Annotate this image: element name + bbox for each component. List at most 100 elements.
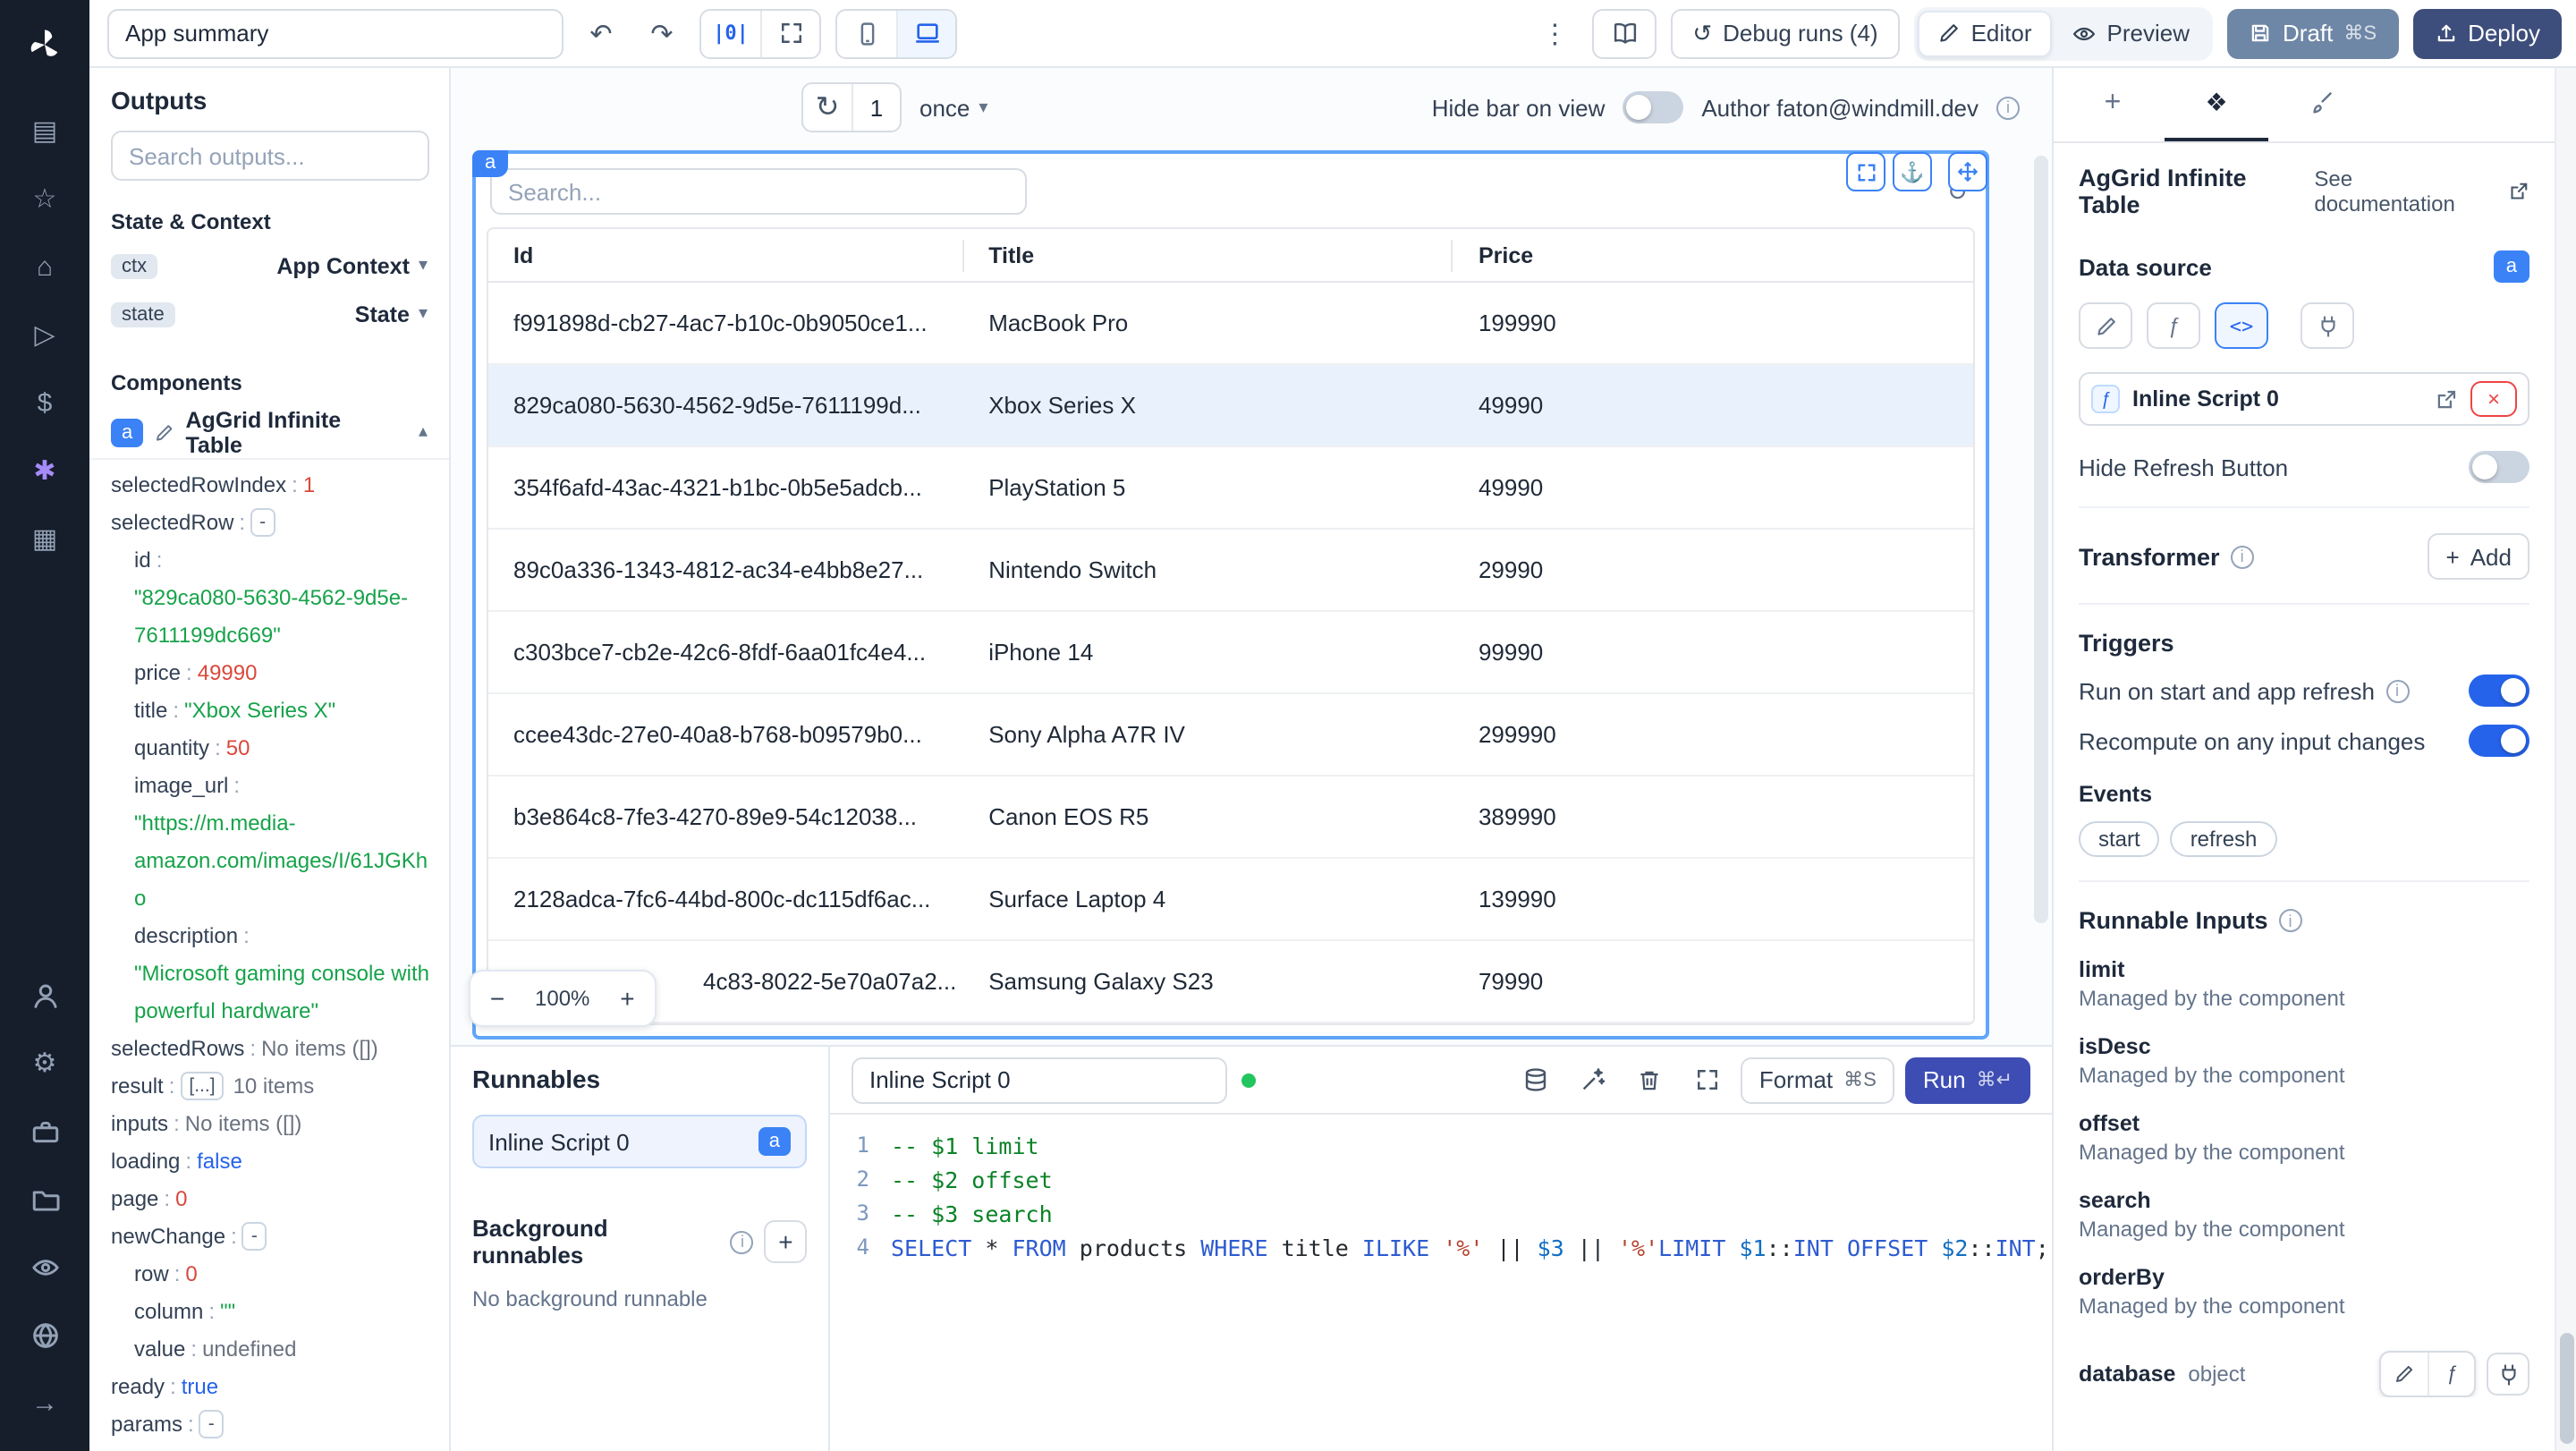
split-view-button[interactable]: |0| — [701, 10, 760, 56]
info-icon[interactable]: i — [2230, 545, 2254, 568]
table-row[interactable]: b3e864c8-7fe3-4270-89e9-54c12038... Canon… — [488, 776, 1973, 859]
fullscreen-button[interactable] — [760, 10, 819, 56]
static-mode-button[interactable] — [2079, 302, 2132, 349]
draft-button[interactable]: Draft ⌘S — [2227, 8, 2399, 58]
output-tree-row[interactable]: params: - — [107, 1406, 431, 1444]
table-row[interactable]: 89c0a336-1343-4812-ac34-e4bb8e27... Ninte… — [488, 530, 1973, 612]
theme-tab[interactable] — [2268, 68, 2372, 141]
output-tree-row[interactable]: description: — [107, 918, 431, 955]
workers-icon[interactable] — [14, 1100, 75, 1161]
user-icon[interactable] — [14, 964, 75, 1025]
expand-editor-button[interactable] — [1684, 1056, 1731, 1103]
output-tree-row[interactable]: id: — [107, 542, 431, 580]
attached-script-row[interactable]: ƒ Inline Script 0 × — [2079, 372, 2529, 426]
hide-refresh-toggle[interactable] — [2469, 451, 2529, 483]
column-header[interactable]: Price — [1453, 239, 1973, 271]
collapse-icon[interactable]: → — [14, 1372, 75, 1433]
runnable-item[interactable]: Inline Script 0 a — [472, 1115, 807, 1168]
anchor-component-button[interactable]: ⚓ — [1893, 152, 1932, 191]
info-icon[interactable]: i — [730, 1230, 754, 1253]
column-header[interactable]: Title — [963, 239, 1453, 271]
detach-script-button[interactable]: × — [2470, 381, 2517, 417]
resources-icon[interactable]: ✱ — [14, 440, 75, 501]
output-tree-row[interactable]: selectedRow: - — [107, 505, 431, 542]
more-menu-button[interactable]: ⋮ — [1531, 10, 1578, 56]
undo-button[interactable]: ↶ — [578, 10, 624, 56]
code-editor[interactable]: 1 -- $1 limit 2 -- $2 offset 3 -- $3 search 4 S… — [830, 1115, 2052, 1451]
hide-bar-toggle[interactable] — [1623, 91, 1684, 123]
app-summary-input[interactable] — [107, 8, 564, 58]
output-tree-row[interactable]: title: "Xbox Series X" — [107, 692, 431, 730]
mobile-view-button[interactable] — [837, 10, 896, 56]
script-name-input[interactable] — [852, 1056, 1227, 1103]
component-settings-tab[interactable]: ❖ — [2165, 68, 2268, 141]
template-mode-button[interactable]: ƒ — [2147, 302, 2200, 349]
aggrid-component[interactable]: a ⚓ ↻ — [472, 150, 1989, 1039]
table-row[interactable]: 354f6afd-43ac-4321-b1bc-0b5e5adcb... Play… — [488, 447, 1973, 530]
component-outputs-row[interactable]: a AgGrid Infinite Table ▴ — [89, 406, 449, 460]
table-search-input[interactable] — [490, 168, 1027, 215]
folders-icon[interactable] — [14, 1168, 75, 1229]
canvas-scrollbar[interactable] — [2034, 156, 2048, 1027]
output-tree-row[interactable]: selectedRows: No items ([]) — [107, 1031, 431, 1068]
output-tree-row[interactable]: "829ca080-5630-4562-9d5e-7611199dc669" — [107, 580, 431, 655]
info-icon[interactable]: i — [1996, 96, 2020, 119]
desktop-view-button[interactable] — [896, 10, 955, 56]
ctx-row[interactable]: ctx App Context ▾ — [89, 242, 449, 290]
output-tree-row[interactable]: inputs: No items ([]) — [107, 1106, 431, 1143]
delete-script-button[interactable] — [1627, 1056, 1674, 1103]
runs-icon[interactable]: ▷ — [14, 304, 75, 365]
settings-icon[interactable]: ⚙ — [14, 1032, 75, 1093]
see-documentation-link[interactable]: See documentation — [2314, 166, 2529, 216]
recompute-toggle[interactable] — [2469, 725, 2529, 757]
zoom-in-button[interactable]: + — [600, 972, 654, 1025]
usage-icon[interactable]: $ — [14, 372, 75, 433]
notebook-icon[interactable]: ▤ — [14, 100, 75, 161]
output-tree-row[interactable]: newChange: - — [107, 1218, 431, 1256]
table-row[interactable]: c303bce7-cb2e-42c6-8fdf-6aa01fc4e4... iPh… — [488, 612, 1973, 694]
script-mode-button[interactable]: <> — [2215, 302, 2268, 349]
open-script-icon[interactable] — [2435, 387, 2458, 411]
output-tree-row[interactable]: loading: false — [107, 1143, 431, 1181]
expand-component-button[interactable] — [1846, 152, 1885, 191]
home-icon[interactable]: ⌂ — [14, 236, 75, 297]
add-transformer-button[interactable]: + Add — [2428, 533, 2529, 580]
windmill-logo-icon[interactable] — [14, 14, 75, 75]
deploy-button[interactable]: Deploy — [2412, 8, 2562, 58]
info-icon[interactable]: i — [2385, 679, 2409, 702]
connect-database-button[interactable] — [2487, 1353, 2529, 1396]
globe-icon[interactable] — [14, 1304, 75, 1365]
docs-button[interactable] — [1592, 8, 1657, 58]
edit-database-button[interactable] — [2381, 1353, 2428, 1396]
connect-mode-button[interactable] — [2301, 302, 2354, 349]
zoom-out-button[interactable]: − — [470, 972, 524, 1025]
output-tree-row[interactable]: result: [...] 10 items — [107, 1068, 431, 1106]
debug-runs-button[interactable]: ↺ Debug runs (4) — [1671, 8, 1900, 58]
ai-assist-button[interactable] — [1570, 1056, 1616, 1103]
editor-tab[interactable]: Editor — [1917, 10, 2052, 56]
window-scrollbar[interactable] — [2555, 68, 2576, 1451]
output-tree-row[interactable]: selectedRowIndex:1 — [107, 467, 431, 505]
refresh-app-button[interactable]: ↻ — [803, 84, 853, 131]
format-button[interactable]: Format ⌘S — [1741, 1056, 1894, 1103]
add-background-runnable-button[interactable]: + — [764, 1220, 807, 1263]
table-row[interactable]: 4c83-8022-5e70a07a2... Samsung Galaxy S23… — [488, 941, 1973, 1023]
output-tree-row[interactable]: price:49990 — [107, 655, 431, 692]
run-button[interactable]: Run ⌘↵ — [1904, 1056, 2030, 1103]
move-component-button[interactable] — [1948, 152, 1987, 191]
schedules-icon[interactable]: ▦ — [14, 508, 75, 569]
output-tree-row[interactable]: image_url: — [107, 768, 431, 805]
info-icon[interactable]: i — [2278, 909, 2302, 932]
output-tree-row[interactable]: value: undefined — [107, 1331, 431, 1369]
output-tree-row[interactable]: ready: true — [107, 1369, 431, 1406]
canvas-body[interactable]: a ⚓ ↻ — [451, 147, 2052, 1045]
frequency-select[interactable]: once ▾ — [919, 94, 987, 121]
insert-component-tab[interactable]: + — [2061, 68, 2165, 141]
redo-button[interactable]: ↷ — [639, 10, 685, 56]
database-button[interactable] — [1513, 1056, 1559, 1103]
template-database-button[interactable]: ƒ — [2428, 1353, 2474, 1396]
search-outputs-input[interactable] — [111, 131, 429, 181]
star-icon[interactable]: ☆ — [14, 168, 75, 229]
table-row[interactable]: f991898d-cb27-4ac7-b10c-0b9050ce1... MacB… — [488, 283, 1973, 365]
output-tree-row[interactable]: "Microsoft gaming console with powerful … — [107, 955, 431, 1031]
